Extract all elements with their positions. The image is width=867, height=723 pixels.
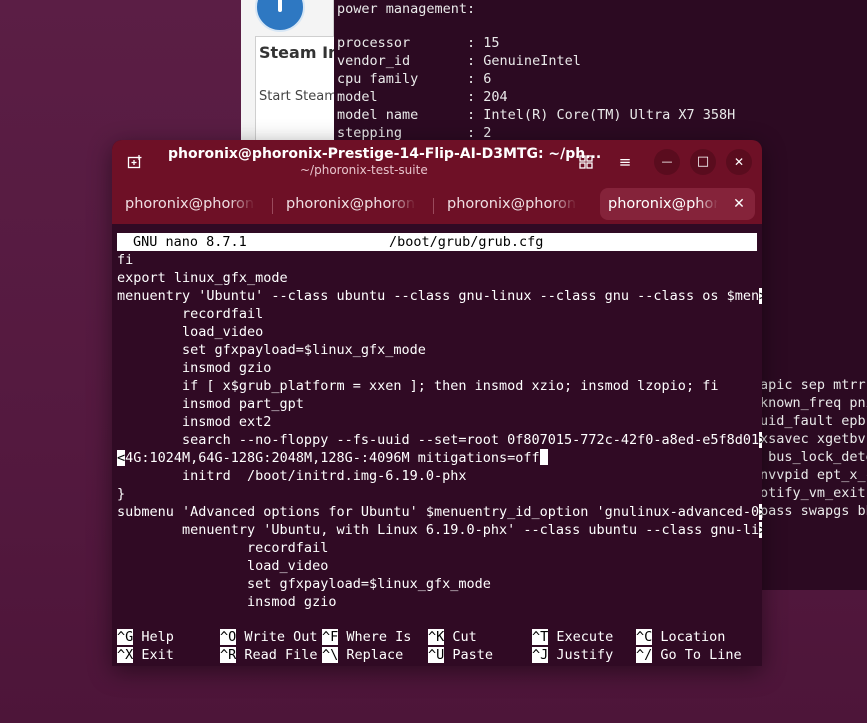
shortcut-execute[interactable]: ^T Execute [532,628,613,646]
bg-line: model : 204 [337,89,508,105]
close-button[interactable]: ✕ [726,149,752,175]
tab-label: phoronix@phoronix-Prestige [447,196,577,212]
tab[interactable]: phoronix@phoronix-Prestige [439,188,589,220]
steam-title: Steam Installer [259,43,334,62]
nano-header: GNU nano 8.7.1 /boot/grub/grub.cfg [117,233,757,251]
tab-separator [433,198,434,214]
code-line: } [117,486,126,502]
bg-fragment: otify_vm_exit [760,485,866,501]
minimize-button[interactable]: — [654,149,680,175]
bg-line: processor : 15 [337,35,500,51]
bg-fragment: known_freq pni [760,395,867,411]
steam-subtitle: Start Steam [259,89,334,104]
tab-bar: phoronix@phoronix-Prestige phoronix@phor… [112,184,762,224]
terminal-window[interactable]: phoronix@phoronix-Prestige-14-Flip-AI-D3… [112,140,762,666]
shortcut-cut[interactable]: ^K Cut [428,628,477,646]
shortcut-where-is[interactable]: ^F Where Is [322,628,411,646]
bg-fragment: apic sep mtrr [760,377,866,393]
new-tab-icon[interactable] [122,149,148,175]
code-line: load_video [117,558,329,574]
title-bar[interactable]: phoronix@phoronix-Prestige-14-Flip-AI-D3… [112,140,762,184]
code-line: insmod part_gpt [117,396,304,412]
code-line: initrd /boot/initrd.img-6.19.0-phx [117,468,467,484]
shortcut-write-out[interactable]: ^O Write Out [220,628,318,646]
code-line: recordfail [117,306,264,322]
steam-panel: Steam Installer Start Steam [255,36,334,148]
code-line: menuentry 'Ubuntu, with Linux 6.19.0-phx… [117,521,762,539]
nano-filename: /boot/grub/grub.cfg [389,234,544,250]
tab[interactable]: phoronix@phoronix-Prestige [278,188,428,220]
code-line: set gfxpayload=$linux_gfx_mode [117,576,491,592]
bg-fragment: nvvpid ept_x_c [760,467,867,483]
window-subtitle: ~/phoronix-test-suite [300,163,428,177]
steam-installer-window[interactable]: Steam Installer Start Steam [241,0,334,150]
hamburger-menu-icon[interactable]: ≡ [612,149,638,175]
line-scrolled-marker: < [117,450,126,466]
tab-label: phoronix@phoronix-Prestige [125,196,255,212]
code-line: search --no-floppy --fs-uuid --set=root … [117,431,762,449]
nano-version: GNU nano 8.7.1 [133,234,247,250]
bg-line: model name : Intel(R) Core(TM) Ultra X7 … [337,107,736,123]
tab-label: phoronix@phoronix-Prestige [608,196,718,212]
line-continues-marker: > [759,504,762,520]
info-icon [255,0,305,32]
line-continues-marker: > [759,432,762,448]
code-line: recordfail [117,540,329,556]
code-line: if [ x$grub_platform = xxen ]; then insm… [117,378,719,394]
code-line: insmod gzio [117,360,272,376]
bg-fragment: bus_lock_dete [760,449,867,465]
bg-fragment: xsavec xgetbv [760,431,866,447]
bg-fragment: uid_fault epb [760,413,866,429]
text-cursor [539,449,548,465]
tab[interactable]: phoronix@phoronix-Prestige [117,188,267,220]
shortcut-read-file[interactable]: ^R Read File [220,646,318,664]
tab-label: phoronix@phoronix-Prestige [286,196,416,212]
bg-line: cpu family : 6 [337,71,492,87]
shortcut-location[interactable]: ^C Location [636,628,725,646]
shortcut-exit[interactable]: ^X Exit [117,646,174,664]
code-line: menuentry 'Ubuntu' --class ubuntu --clas… [117,287,762,305]
line-continues-marker: > [759,522,762,538]
code-line: insmod ext2 [117,414,272,430]
bg-fragment: pass swapgs bh [760,503,867,519]
line-continues-marker: > [759,288,762,304]
code-line-current: <4G:1024M,64G-128G:2048M,128G-:4096M mit… [117,449,548,467]
tab-overview-icon[interactable] [573,149,599,175]
shortcut-justify[interactable]: ^J Justify [532,646,613,664]
bg-line: power management: [337,1,476,17]
terminal-content[interactable]: GNU nano 8.7.1 /boot/grub/grub.cfg fi ex… [112,224,762,666]
code-line: export linux_gfx_mode [117,270,288,286]
tab-active[interactable]: phoronix@phoronix-Prestige ✕ [600,188,755,220]
tab-separator [272,198,273,214]
code-line: fi [117,252,134,268]
code-line: set gfxpayload=$linux_gfx_mode [117,342,426,358]
shortcut-help[interactable]: ^G Help [117,628,174,646]
maximize-button[interactable]: □ [690,149,716,175]
code-line: load_video [117,324,264,340]
bg-line: vendor_id : GenuineIntel [337,53,581,69]
code-line: insmod gzio [117,594,337,610]
shortcut-paste[interactable]: ^U Paste [428,646,493,664]
code-line: submenu 'Advanced options for Ubuntu' $m… [117,503,762,521]
shortcut-replace[interactable]: ^\ Replace [322,646,403,664]
tab-close-icon[interactable]: ✕ [731,188,747,220]
window-title: phoronix@phoronix-Prestige-14-Flip-AI-D3… [168,146,602,162]
shortcut-go-to-line[interactable]: ^/ Go To Line [636,646,742,664]
